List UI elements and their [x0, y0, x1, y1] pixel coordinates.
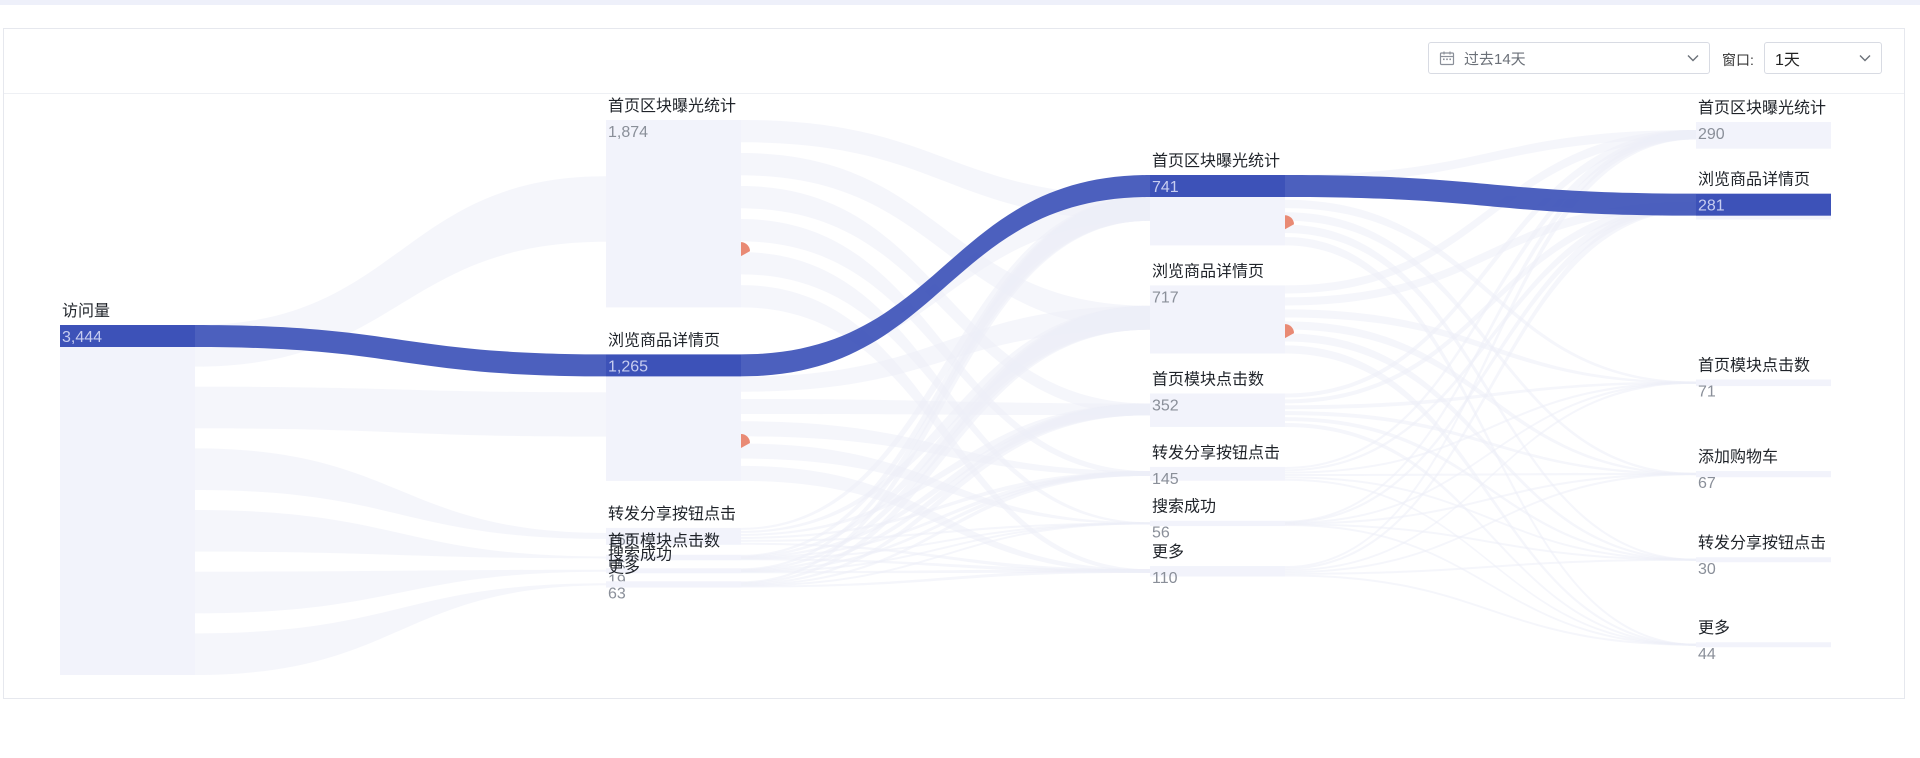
node-value: 63: [608, 585, 626, 602]
flow-link: [195, 386, 606, 437]
node-label: 浏览商品详情页: [1152, 262, 1264, 280]
node-value: 717: [1152, 289, 1179, 306]
node-value: 1,874: [608, 124, 648, 141]
sankey-node: 首页模块点击数 352: [1150, 371, 1285, 427]
flow-link: [1285, 345, 1696, 646]
node-label: 首页区块曝光统计: [1152, 152, 1280, 170]
node-bar: [1696, 379, 1831, 387]
sankey-node: 转发分享按钮点击 30: [1696, 534, 1831, 578]
sankey-node: 添加购物车 67: [1696, 448, 1831, 492]
node-value: 67: [1698, 475, 1716, 492]
sankey-node: 浏览商品详情页 1,265: [606, 331, 750, 481]
node-label: 转发分享按钮点击: [1152, 444, 1280, 462]
sankey-node: 更多 110: [1150, 543, 1285, 587]
node-value: 290: [1698, 126, 1725, 143]
sankey-node: 转发分享按钮点击 145: [1150, 444, 1285, 488]
node-bar: [60, 325, 195, 675]
node-value: 281: [1698, 198, 1725, 215]
node-label: 添加购物车: [1698, 448, 1778, 466]
node-value: 145: [1152, 471, 1179, 488]
node-label: 首页区块曝光统计: [608, 97, 736, 115]
node-value: 44: [1698, 646, 1716, 663]
node-label: 更多: [1152, 543, 1184, 561]
sankey-node: 更多 44: [1696, 619, 1831, 663]
node-label: 首页模块点击数: [1698, 357, 1810, 375]
node-value: 71: [1698, 384, 1716, 401]
flow-link: [1285, 558, 1696, 575]
node-value: 352: [1152, 398, 1179, 415]
sankey-node: 更多 63: [606, 558, 741, 602]
node-value: 110: [1152, 570, 1178, 587]
sankey-node: 浏览商品详情页 717: [1150, 262, 1294, 354]
node-label: 转发分享按钮点击: [608, 505, 736, 523]
node-value: 741: [1152, 179, 1179, 196]
flow-link: [1285, 478, 1696, 646]
node-label: 浏览商品详情页: [608, 331, 720, 349]
flow-link: [195, 569, 606, 614]
node-value: 56: [1152, 525, 1170, 542]
sankey-node: 搜索成功 56: [1150, 498, 1285, 542]
node-label: 转发分享按钮点击: [1698, 534, 1826, 552]
node-value: 30: [1698, 561, 1716, 578]
node-label: 搜索成功: [1152, 498, 1216, 516]
sankey-node: 首页区块曝光统计 741: [1150, 152, 1294, 246]
node-value: 3,444: [62, 329, 102, 346]
flow-link: [1285, 417, 1696, 561]
sankey-node: 首页模块点击数 71: [1696, 357, 1831, 401]
node-value: 1,265: [608, 358, 648, 375]
node-label: 浏览商品详情页: [1698, 171, 1810, 189]
sankey-node: 首页区块曝光统计 1,874: [606, 97, 750, 308]
flow-link: [1285, 381, 1696, 525]
node-label: 更多: [1698, 619, 1730, 637]
node-label: 访问量: [62, 302, 110, 320]
node-bar: [1696, 642, 1831, 648]
node-label: 更多: [608, 558, 640, 576]
sankey-chart: 访问量 3,444 首页区块曝光统计 1,874 浏览商品详情页 1,265 转发分享按钮点…: [60, 97, 1831, 675]
node-bar: [1150, 520, 1285, 527]
node-bar: [1696, 471, 1831, 478]
node-label: 首页模块点击数: [1152, 371, 1264, 389]
sankey-node: 访问量 3,444: [60, 302, 195, 675]
node-bar: [606, 120, 741, 308]
flow-link: [1285, 333, 1696, 561]
node-label: 首页区块曝光统计: [1698, 99, 1826, 117]
node-bar: [606, 581, 741, 588]
sankey-node: 浏览商品详情页 281: [1696, 171, 1831, 220]
node-bar: [1696, 557, 1831, 563]
sankey-node: 首页区块曝光统计 290: [1696, 99, 1831, 149]
